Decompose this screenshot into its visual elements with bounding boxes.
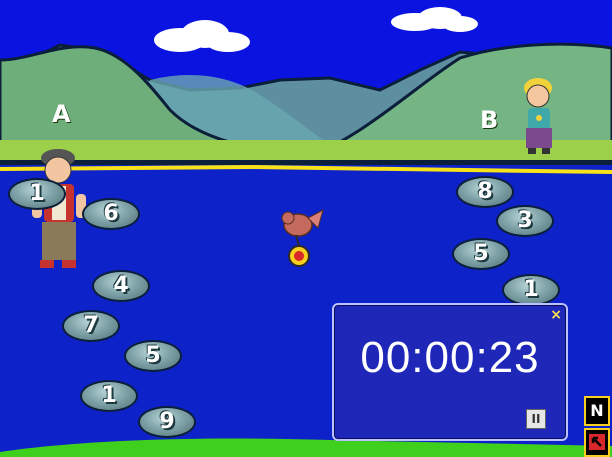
exit-arrow-icon xyxy=(589,434,605,450)
stone-number: 6 xyxy=(103,201,119,226)
close-icon[interactable]: × xyxy=(550,307,562,323)
stone-number: 9 xyxy=(159,409,175,434)
stone-number: 1 xyxy=(29,181,45,206)
bank-b-label: B xyxy=(480,106,499,134)
exit-button[interactable] xyxy=(584,428,610,457)
next-button[interactable]: N xyxy=(584,396,610,426)
stepping-stone[interactable]: 7 xyxy=(62,310,120,342)
timer-panel: × 00:00:23 II xyxy=(332,303,568,441)
stepping-stone[interactable]: 1 xyxy=(502,274,560,306)
stone-number: 1 xyxy=(523,277,539,302)
stepping-stone[interactable]: 4 xyxy=(92,270,150,302)
pause-button[interactable]: II xyxy=(526,409,546,429)
stone-number: 7 xyxy=(83,313,99,338)
stepping-stone[interactable]: 1 xyxy=(80,380,138,412)
stepping-stone[interactable]: 9 xyxy=(138,406,196,438)
stone-number: 1 xyxy=(101,383,117,408)
stone-number: 5 xyxy=(473,241,489,266)
far-bank-line xyxy=(0,160,612,165)
bank-a-label: A xyxy=(52,100,71,128)
stepping-stone[interactable]: 5 xyxy=(124,340,182,372)
stepping-stone[interactable]: 1 xyxy=(8,178,66,210)
stepping-stone[interactable]: 8 xyxy=(456,176,514,208)
stone-number: 4 xyxy=(113,273,129,298)
stone-number: 5 xyxy=(145,343,161,368)
stone-number: 8 xyxy=(477,179,493,204)
stone-number: 3 xyxy=(517,208,533,233)
stepping-stone[interactable]: 6 xyxy=(82,198,140,230)
stepping-stone[interactable]: 3 xyxy=(496,205,554,237)
timer-display: 00:00:23 xyxy=(360,333,540,382)
girl-character xyxy=(524,78,552,154)
stepping-stone[interactable]: 5 xyxy=(452,238,510,270)
game-scene: A B 1 6 4 7 5 1 9 8 3 5 1 × 00:00:23 II … xyxy=(0,0,612,457)
